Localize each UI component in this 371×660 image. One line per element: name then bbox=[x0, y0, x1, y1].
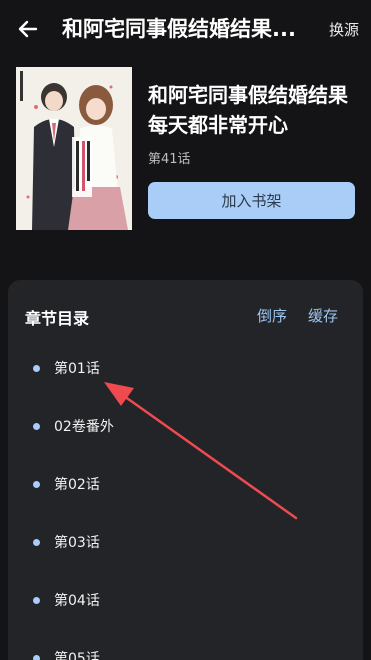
cache-button[interactable]: 缓存 bbox=[308, 305, 338, 326]
chapter-label: 第02话 bbox=[54, 477, 100, 493]
chapter-label: 第04话 bbox=[54, 593, 100, 609]
chapter-item[interactable]: 第02话 bbox=[8, 455, 363, 513]
top-bar: 和阿宅同事假结婚结果... 换源 bbox=[0, 0, 371, 58]
chapter-item[interactable]: 第03话 bbox=[8, 513, 363, 571]
add-to-shelf-button[interactable]: 加入书架 bbox=[148, 182, 355, 219]
arrow-left-icon bbox=[18, 20, 38, 38]
bullet-icon bbox=[33, 538, 40, 546]
chapter-list-panel: 章节目录 倒序 缓存 第01话 02卷番外 第02话 第03话 第04话 第05… bbox=[8, 280, 363, 660]
chapter-list-title: 章节目录 bbox=[25, 309, 90, 328]
bullet-icon bbox=[33, 654, 40, 660]
back-button[interactable] bbox=[14, 15, 42, 43]
bullet-icon bbox=[33, 422, 40, 430]
bullet-icon bbox=[33, 596, 40, 604]
reverse-order-button[interactable]: 倒序 bbox=[257, 305, 287, 326]
chapter-label: 第01话 bbox=[54, 361, 100, 377]
comic-cover-image[interactable] bbox=[16, 67, 132, 230]
chapter-item[interactable]: 02卷番外 bbox=[8, 397, 363, 455]
book-title: 和阿宅同事假结婚结果每天都非常开心 bbox=[148, 83, 348, 137]
bullet-icon bbox=[33, 480, 40, 488]
bullet-icon bbox=[33, 364, 40, 372]
chapter-label: 02卷番外 bbox=[54, 419, 114, 435]
page-title: 和阿宅同事假结婚结果... bbox=[62, 17, 296, 41]
chapter-label: 第03话 bbox=[54, 535, 100, 551]
chapter-item[interactable]: 第04话 bbox=[8, 571, 363, 629]
chapter-label: 第05话 bbox=[54, 651, 100, 660]
cover-illustration bbox=[16, 67, 132, 230]
chapter-item[interactable]: 第01话 bbox=[8, 339, 363, 397]
chapter-item[interactable]: 第05话 bbox=[8, 629, 363, 660]
change-source-button[interactable]: 换源 bbox=[329, 19, 359, 41]
latest-chapter: 第41话 bbox=[148, 152, 191, 167]
